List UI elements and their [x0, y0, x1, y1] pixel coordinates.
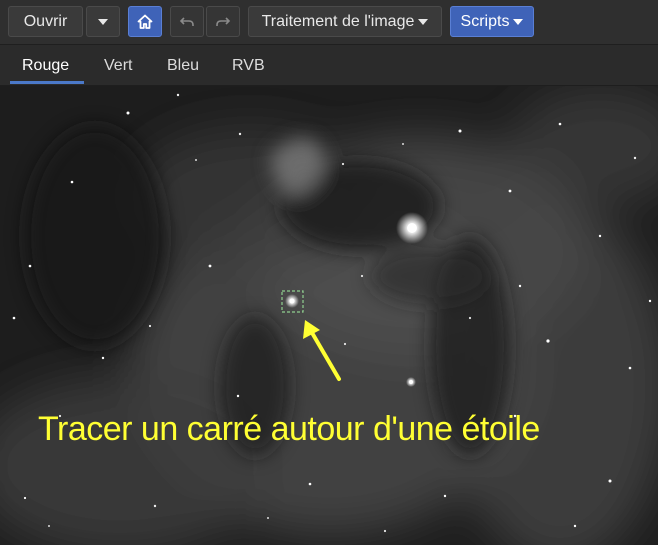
channel-tabs: Rouge Vert Bleu RVB — [0, 45, 658, 86]
undo-button[interactable] — [170, 6, 204, 37]
home-button[interactable] — [128, 6, 162, 37]
tab-bleu[interactable]: Bleu — [167, 57, 199, 75]
image-processing-menu[interactable]: Traitement de l'image — [248, 6, 442, 37]
image-processing-label: Traitement de l'image — [261, 12, 415, 30]
scripts-menu[interactable]: Scripts — [450, 6, 534, 37]
redo-button[interactable] — [206, 6, 240, 37]
chevron-down-icon — [513, 18, 524, 25]
scripts-label: Scripts — [460, 12, 510, 30]
tab-rouge[interactable]: Rouge — [22, 57, 69, 75]
open-dropdown-button[interactable] — [86, 6, 120, 37]
undo-icon — [179, 16, 194, 26]
open-label: Ouvrir — [23, 12, 68, 30]
home-icon — [137, 14, 153, 29]
annotation-caption: Tracer un carré autour d'une étoile — [38, 410, 540, 448]
tab-rvb[interactable]: RVB — [232, 57, 265, 75]
active-tab-indicator — [10, 81, 84, 84]
chevron-down-icon — [98, 18, 108, 25]
open-button[interactable]: Ouvrir — [8, 6, 83, 37]
redo-icon — [216, 16, 231, 26]
chevron-down-icon — [418, 18, 429, 25]
toolbar: Ouvrir Traitement de l'image Scripts — [0, 0, 658, 45]
image-viewer[interactable]: Tracer un carré autour d'une étoile — [0, 86, 658, 545]
tab-vert[interactable]: Vert — [104, 57, 132, 75]
astro-image[interactable] — [0, 86, 658, 545]
